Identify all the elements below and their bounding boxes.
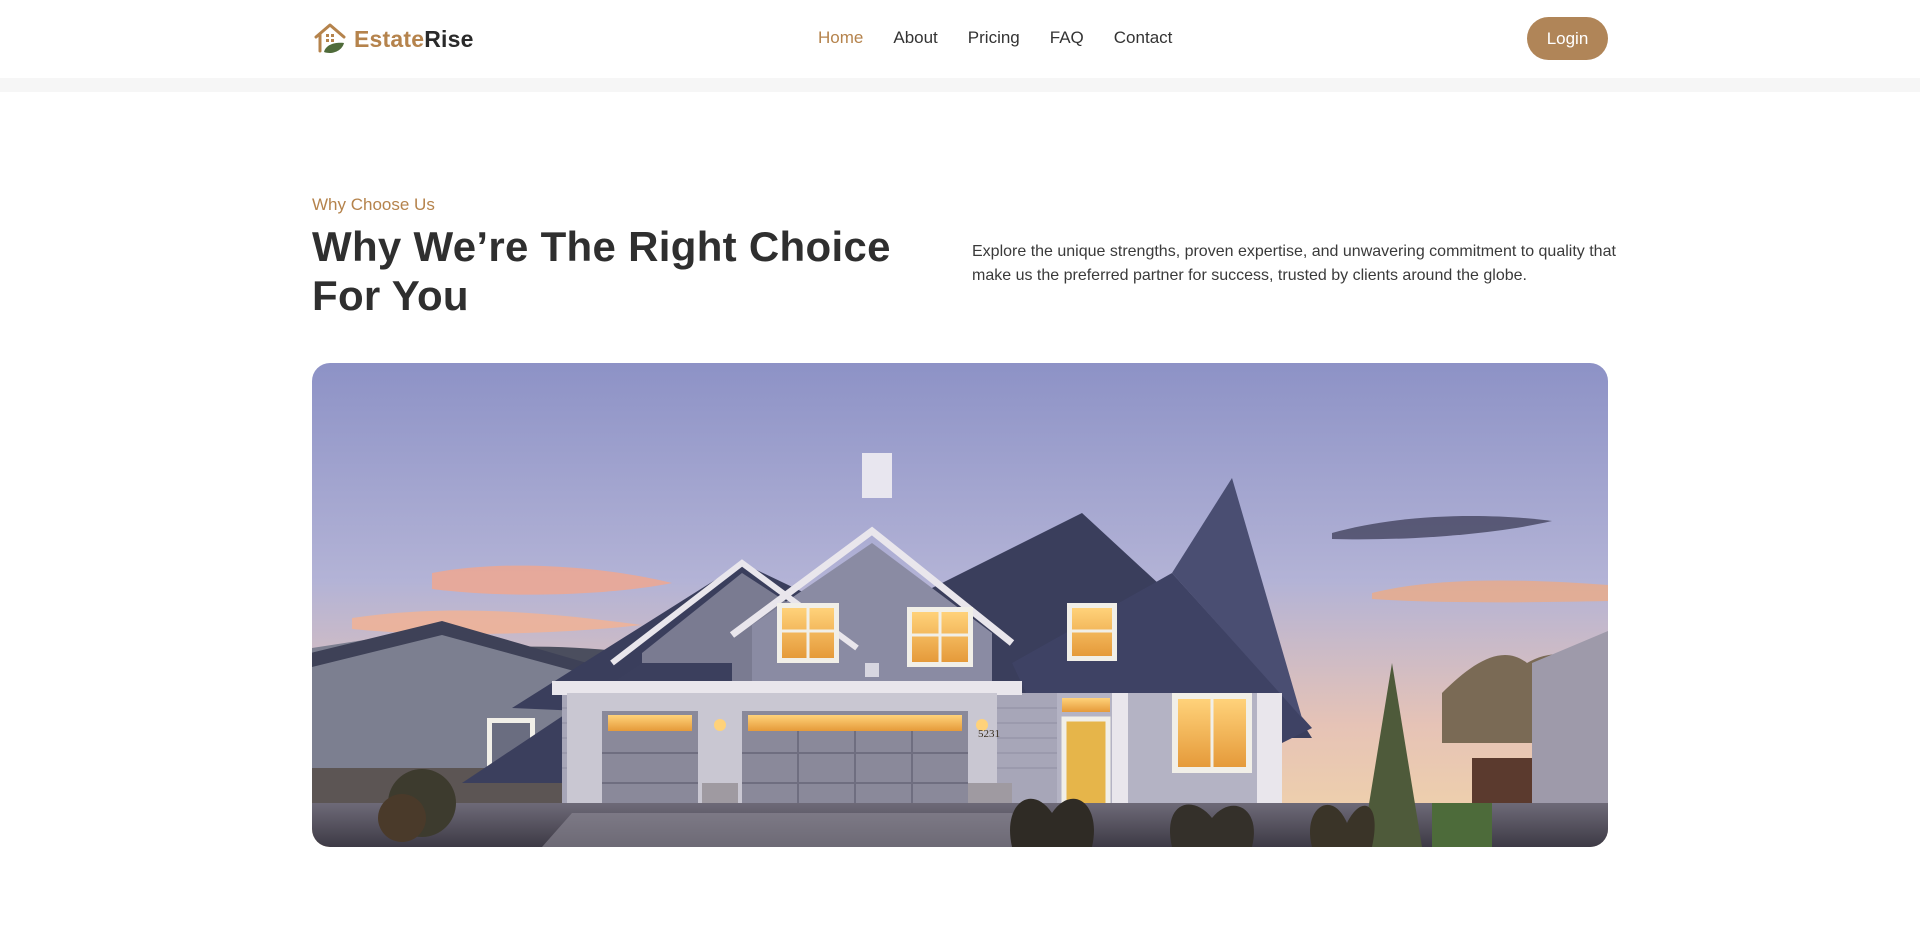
house-photo: 5231 [312,363,1608,847]
hero-image: 5231 [312,363,1608,847]
nav-pricing[interactable]: Pricing [968,28,1020,48]
nav-contact[interactable]: Contact [1114,28,1173,48]
nav-home[interactable]: Home [818,28,863,48]
section-eyebrow: Why Choose Us [312,195,435,214]
section-title: Why We’re The Right Choice For You [312,223,891,319]
brand-name: EstateRise [354,25,474,52]
house-number: 5231 [978,728,1000,740]
nav-about[interactable]: About [893,28,937,48]
brand-logo[interactable]: EstateRise [312,21,474,57]
header-divider [0,78,1920,92]
house-leaf-icon [314,23,346,53]
nav-faq[interactable]: FAQ [1050,28,1084,48]
section-description: Explore the unique strengths, proven exp… [972,243,1616,284]
main-nav: Home About Pricing FAQ Contact [818,28,1172,48]
login-button[interactable]: Login [1527,17,1608,60]
site-header: EstateRise Home About Pricing FAQ Contac… [0,0,1920,78]
